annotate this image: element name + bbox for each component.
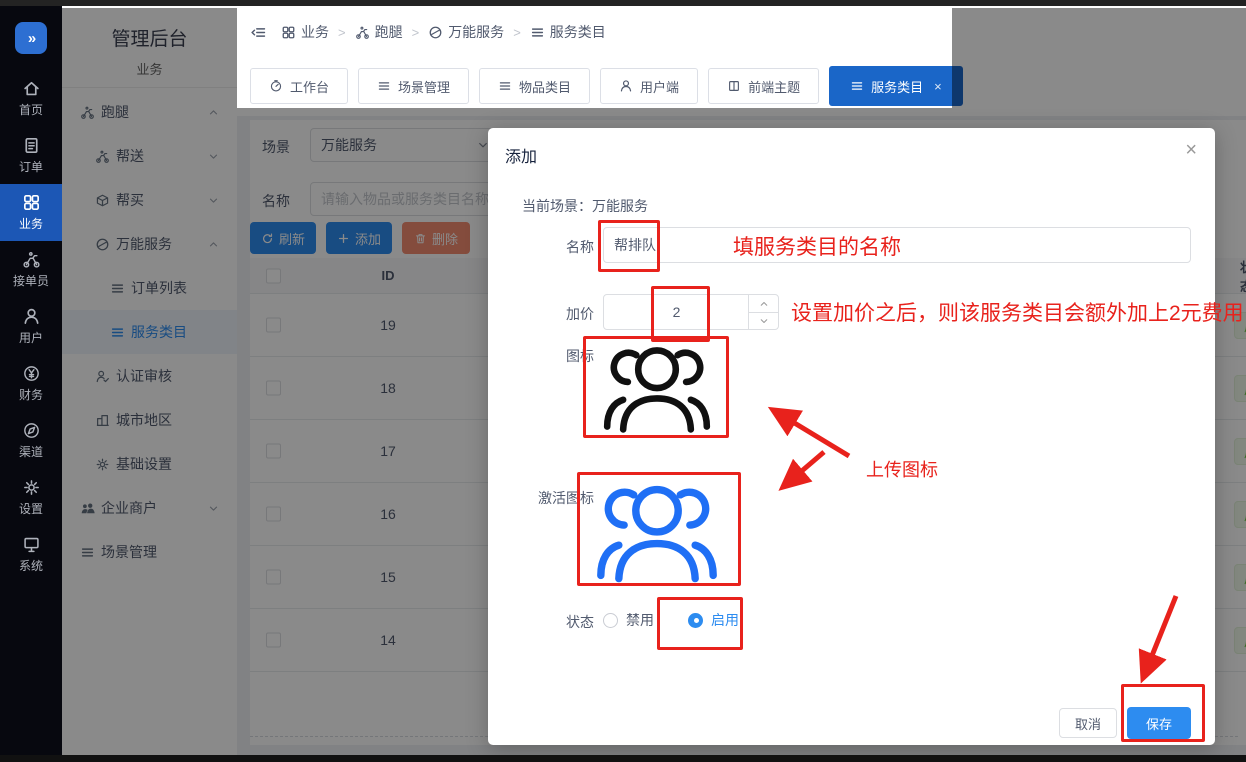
modal-dim-overlay [952, 8, 1246, 108]
order-icon [22, 136, 41, 155]
tab-frontend-theme[interactable]: 前端主题 [708, 68, 819, 104]
money-icon [22, 364, 41, 383]
breadcrumb-service-category: 服务类目 [530, 22, 606, 42]
rail-item-home[interactable]: 首页 [0, 70, 62, 127]
stepper-controls [748, 295, 778, 329]
annotation-box-enabled [657, 597, 743, 650]
clock-icon [269, 79, 283, 93]
tab-close-icon[interactable]: × [934, 79, 942, 94]
stepper-down-icon[interactable] [749, 312, 778, 329]
sidebar-collapse-icon[interactable] [250, 24, 267, 41]
tab-user-client[interactable]: 用户端 [600, 68, 698, 104]
annotation-box-save [1121, 684, 1205, 742]
rail-item-users[interactable]: 用户 [0, 298, 62, 355]
rail-item-business[interactable]: 业务 [0, 184, 62, 241]
list-icon [530, 25, 545, 40]
monitor-icon [22, 535, 41, 554]
list-icon [850, 79, 864, 93]
top-divider [62, 6, 1246, 8]
list-icon [377, 79, 391, 93]
rail-item-settings[interactable]: 设置 [0, 469, 62, 526]
rail-item-couriers[interactable]: 接单员 [0, 241, 62, 298]
rail-label: 接单员 [13, 272, 49, 289]
annotation-name-note: 填服务类目的名称 [733, 231, 901, 261]
book-icon [727, 79, 741, 93]
stepper-up-icon[interactable] [749, 295, 778, 312]
breadcrumb-separator: > [513, 25, 521, 40]
app-logo[interactable]: » [15, 22, 47, 54]
breadcrumb-universal-service[interactable]: 万能服务 [428, 22, 504, 42]
breadcrumb-separator: > [412, 25, 420, 40]
app-root: » 首页 订单 业务 接单员 用户 财务 渠道 设置 系统 管理后台 业务 跑腿… [0, 0, 1246, 762]
tab-item-category[interactable]: 物品类目 [479, 68, 590, 104]
radio-disabled[interactable] [603, 613, 618, 628]
annotation-box-active-icon [577, 472, 741, 586]
cancel-button[interactable]: 取消 [1059, 708, 1117, 738]
annotation-box-name [598, 220, 660, 272]
list-icon [498, 79, 512, 93]
rail-item-finance[interactable]: 财务 [0, 355, 62, 412]
rail-label: 首页 [19, 101, 43, 118]
breadcrumb-separator: > [338, 25, 346, 40]
radio-disabled-label[interactable]: 禁用 [626, 610, 654, 630]
breadcrumb-business[interactable]: 业务 [281, 22, 329, 42]
person-icon [619, 79, 633, 93]
rail-label: 设置 [19, 500, 43, 517]
status-field-label: 状态 [506, 612, 594, 632]
window-bottom-bar [0, 755, 1246, 762]
rail-item-orders[interactable]: 订单 [0, 127, 62, 184]
gear-icon [22, 478, 41, 497]
modal-dim-overlay [62, 8, 237, 755]
icon-field-label: 图标 [506, 346, 594, 366]
annotation-box-price [651, 286, 710, 342]
tab-workbench[interactable]: 工作台 [250, 68, 348, 104]
rail-item-system[interactable]: 系统 [0, 526, 62, 583]
price-field-label: 加价 [506, 304, 594, 324]
breadcrumb-paotui[interactable]: 跑腿 [355, 22, 403, 42]
globe-icon [428, 25, 443, 40]
person-icon [22, 307, 41, 326]
name-field-label: 名称 [506, 237, 594, 257]
annotation-upload-note: 上传图标 [866, 456, 938, 482]
close-icon[interactable]: × [1185, 140, 1197, 160]
annotation-price-note: 设置加价之后，则该服务类目会额外加上2元费用 [791, 297, 1244, 327]
icon-rail: » 首页 订单 业务 接单员 用户 财务 渠道 设置 系统 [0, 6, 62, 755]
rider-icon [22, 250, 41, 269]
rail-label: 业务 [19, 215, 43, 232]
tab-service-category[interactable]: 服务类目× [829, 66, 963, 106]
home-icon [22, 79, 41, 98]
rail-label: 系统 [19, 557, 43, 574]
annotation-box-icon [583, 336, 729, 438]
rider-icon [355, 25, 370, 40]
current-scene-text: 当前场景：万能服务 [522, 196, 648, 216]
rail-label: 财务 [19, 386, 43, 403]
grid-icon [22, 193, 41, 212]
tab-scene-management[interactable]: 场景管理 [358, 68, 469, 104]
rail-label: 用户 [19, 329, 43, 346]
grid-icon [281, 25, 296, 40]
rail-item-channels[interactable]: 渠道 [0, 412, 62, 469]
compass-icon [22, 421, 41, 440]
dialog-title: 添加 [505, 143, 537, 167]
rail-label: 订单 [19, 158, 43, 175]
rail-label: 渠道 [19, 443, 43, 460]
